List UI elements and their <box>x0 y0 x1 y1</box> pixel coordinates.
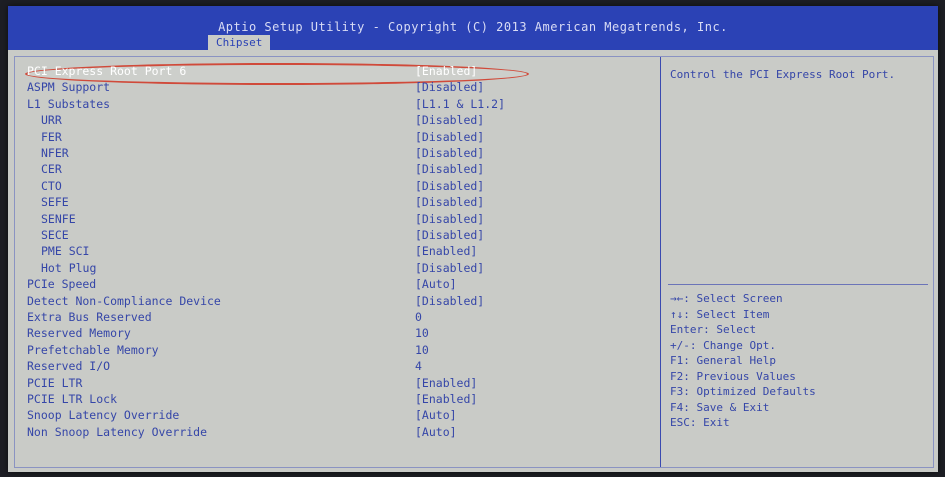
setting-label: SENFE <box>41 211 76 226</box>
setting-value[interactable]: [Disabled] <box>415 80 484 94</box>
setting-label: PME SCI <box>41 244 90 259</box>
setting-value[interactable]: 4 <box>415 359 422 373</box>
key-legend: →←: Select Screen ↑↓: Select Item Enter: S… <box>670 291 920 431</box>
setting-value[interactable]: [Disabled] <box>415 228 484 242</box>
setting-row[interactable]: Reserved Memory 10 <box>15 325 655 342</box>
setting-row[interactable]: CER [Disabled] <box>15 161 655 178</box>
key-hint: F3: Optimized Defaults <box>670 385 816 398</box>
setting-value[interactable]: [L1.1 & L1.2] <box>415 97 505 111</box>
setting-row[interactable]: Prefetchable Memory 10 <box>15 342 655 359</box>
key-hint: ↑↓: Select Item <box>670 307 770 321</box>
setting-row[interactable]: Extra Bus Reserved 0 <box>15 309 655 326</box>
bios-screen: Aptio Setup Utility - Copyright (C) 2013… <box>8 6 938 472</box>
setting-label: Hot Plug <box>41 260 97 275</box>
setting-label: Non Snoop Latency Override <box>27 424 208 439</box>
key-hint: F2: Previous Values <box>670 369 796 383</box>
window-title: Aptio Setup Utility - Copyright (C) 2013… <box>218 20 728 34</box>
setting-value[interactable]: [Disabled] <box>415 162 484 176</box>
setting-row[interactable]: FER [Disabled] <box>15 129 655 146</box>
setting-label: PCIE LTR <box>27 375 83 390</box>
setting-value[interactable]: 10 <box>415 326 429 340</box>
setting-row[interactable]: Reserved I/O 4 <box>15 358 655 375</box>
main-panel: PCI Express Root Port 6 [Enabled] ASPM Sup… <box>14 56 934 468</box>
setting-value[interactable]: [Auto] <box>415 277 457 291</box>
key-hint: Enter: Select <box>670 323 757 336</box>
help-divider <box>668 284 928 285</box>
setting-value[interactable]: [Disabled] <box>415 294 484 308</box>
setting-label: PCIe Speed <box>27 277 97 292</box>
setting-value[interactable]: [Disabled] <box>415 179 484 193</box>
setting-value[interactable]: [Disabled] <box>415 113 484 127</box>
setting-value[interactable]: [Auto] <box>415 425 457 439</box>
setting-row[interactable]: NFER [Disabled] <box>15 145 655 162</box>
setting-label: FER <box>41 129 62 144</box>
setting-value[interactable]: [Disabled] <box>415 212 484 226</box>
setting-row[interactable]: CTO [Disabled] <box>15 178 655 195</box>
setting-row[interactable]: L1 Substates [L1.1 & L1.2] <box>15 96 655 113</box>
setting-value[interactable]: [Disabled] <box>415 146 484 160</box>
setting-row[interactable]: PCIE LTR Lock [Enabled] <box>15 391 655 408</box>
key-hint: F4: Save & Exit <box>670 400 770 414</box>
setting-row[interactable]: PCIe Speed [Auto] <box>15 276 655 293</box>
setting-row[interactable]: PME SCI [Enabled] <box>15 243 655 260</box>
setting-label: CTO <box>41 178 62 193</box>
key-hint: ESC: Exit <box>670 416 730 429</box>
setting-label: Reserved I/O <box>27 359 111 374</box>
setting-value[interactable]: [Enabled] <box>415 392 477 406</box>
setting-row[interactable]: Non Snoop Latency Override [Auto] <box>15 424 655 441</box>
setting-value[interactable]: [Disabled] <box>415 130 484 144</box>
setting-label: ASPM Support <box>27 80 111 95</box>
setting-row[interactable]: Hot Plug [Disabled] <box>15 260 655 277</box>
setting-row[interactable]: Snoop Latency Override [Auto] <box>15 407 655 424</box>
setting-label: PCI Express Root Port 6 <box>27 64 187 78</box>
setting-row[interactable]: Detect Non-Compliance Device [Disabled] <box>15 293 655 310</box>
setting-row[interactable]: URR [Disabled] <box>15 112 655 129</box>
setting-label: Reserved Memory <box>27 326 131 341</box>
setting-row[interactable]: PCI Express Root Port 6 [Enabled] <box>15 63 655 85</box>
setting-row[interactable]: ASPM Support [Disabled] <box>15 79 655 96</box>
setting-label: SEFE <box>41 195 69 210</box>
panel-divider <box>660 57 661 467</box>
setting-label: SECE <box>41 228 69 242</box>
setting-value[interactable]: [Disabled] <box>415 195 484 209</box>
setting-label: URR <box>41 113 62 128</box>
header-bar: Aptio Setup Utility - Copyright (C) 2013… <box>8 6 938 50</box>
key-hint: F1: General Help <box>670 354 776 367</box>
key-hint: +/-: Change Opt. <box>670 338 776 352</box>
key-hint: →←: Select Screen <box>670 292 783 305</box>
setting-label: NFER <box>41 146 69 160</box>
setting-label: L1 Substates <box>27 96 111 111</box>
setting-value[interactable]: 0 <box>415 310 422 324</box>
setting-row[interactable]: SECE [Disabled] <box>15 227 655 244</box>
setting-value[interactable]: [Disabled] <box>415 261 484 275</box>
setting-row[interactable]: SENFE [Disabled] <box>15 211 655 228</box>
setting-value[interactable]: [Enabled] <box>415 244 477 258</box>
setting-label: PCIE LTR Lock <box>27 392 118 406</box>
setting-value[interactable]: [Auto] <box>415 408 457 422</box>
tab-chipset[interactable]: Chipset <box>208 35 271 50</box>
setting-label: Extra Bus Reserved <box>27 310 152 324</box>
setting-label: Detect Non-Compliance Device <box>27 293 221 308</box>
setting-row[interactable]: SEFE [Disabled] <box>15 194 655 211</box>
setting-value[interactable]: [Enabled] <box>415 376 477 390</box>
setting-value[interactable]: [Enabled] <box>415 64 477 78</box>
setting-row[interactable]: PCIE LTR [Enabled] <box>15 375 655 392</box>
setting-value[interactable]: 10 <box>415 343 429 357</box>
help-description: Control the PCI Express Root Port. <box>670 68 896 81</box>
setting-label: Prefetchable Memory <box>27 342 159 357</box>
setting-label: CER <box>41 162 62 177</box>
setting-label: Snoop Latency Override <box>27 408 180 423</box>
